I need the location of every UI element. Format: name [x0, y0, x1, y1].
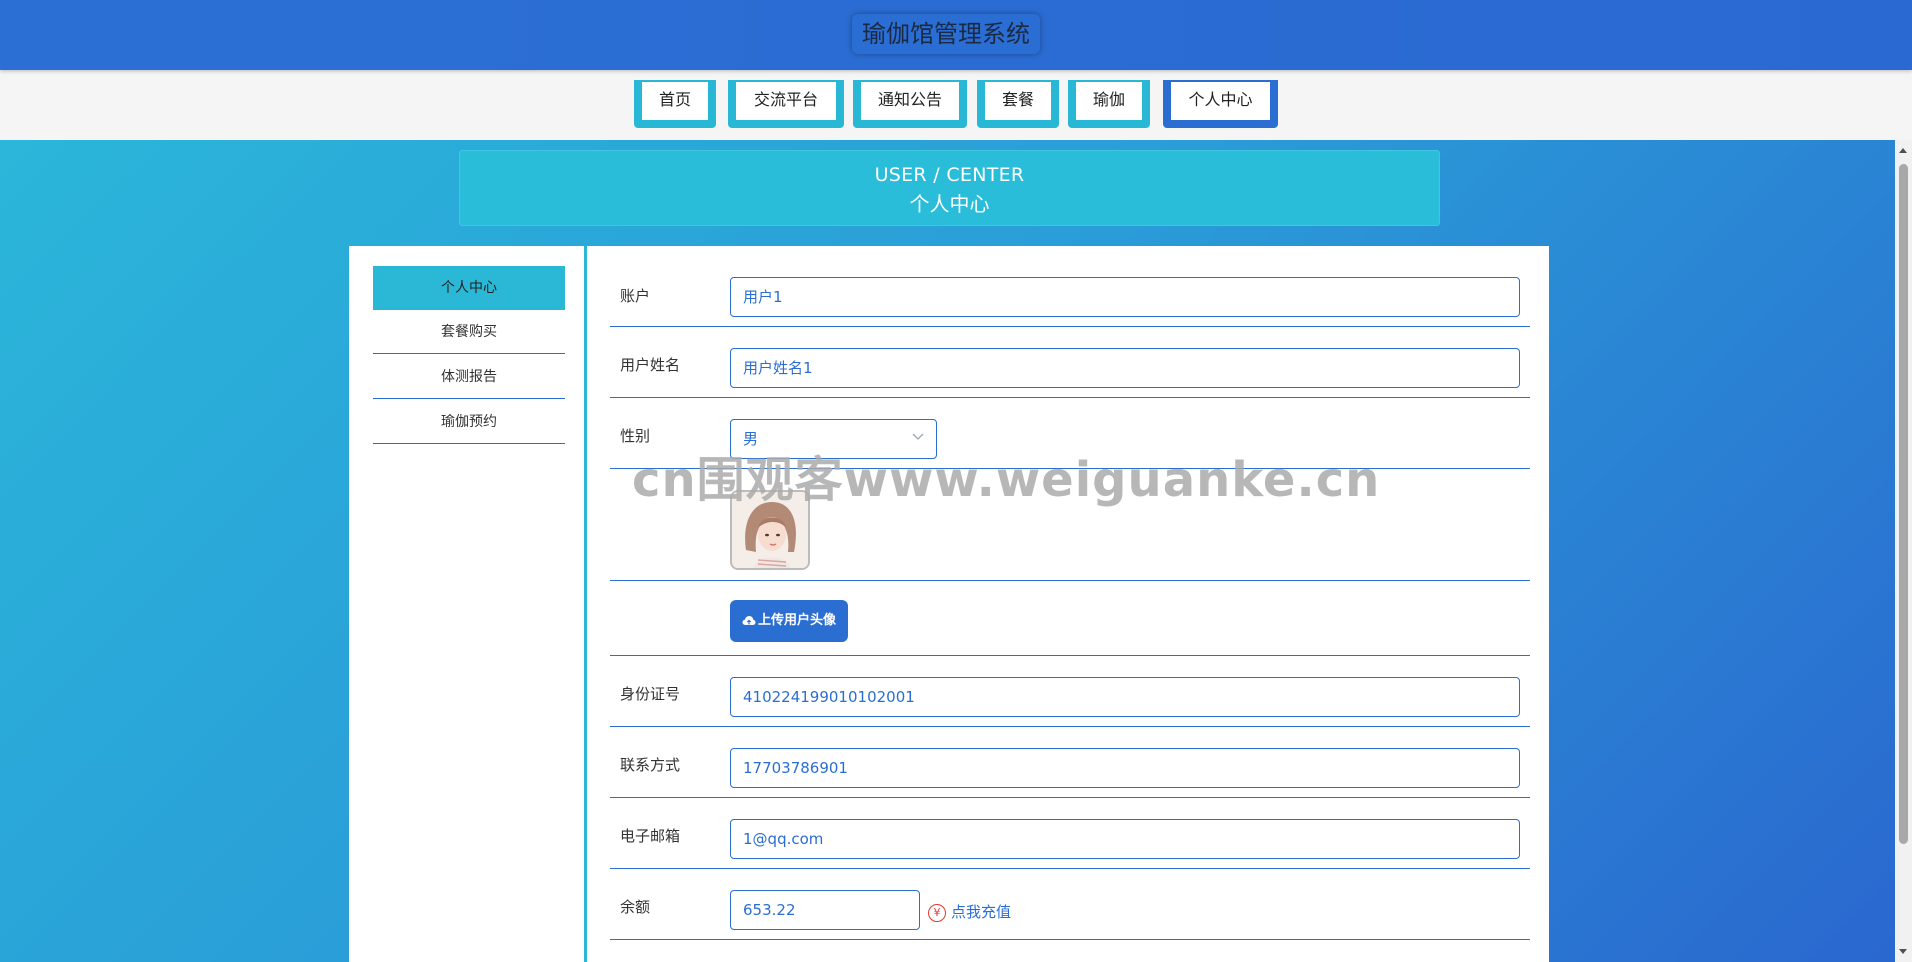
phone-label: 联系方式	[620, 756, 681, 774]
sidebar-item-user-center[interactable]: 个人中心	[373, 266, 565, 310]
email-label: 电子邮箱	[620, 827, 681, 845]
nav-user-center[interactable]: 个人中心	[1163, 80, 1278, 128]
form-row-phone: 联系方式 17703786901	[610, 727, 1530, 798]
sidebar-item-yoga-booking[interactable]: 瑜伽预约	[373, 400, 565, 444]
recharge-link[interactable]: ¥ 点我充值	[928, 902, 1011, 922]
form-row-id-card: 身份证号 410224199010102001	[610, 656, 1530, 727]
balance-input[interactable]: 653.22	[730, 890, 920, 930]
scroll-up-icon[interactable]	[1899, 148, 1907, 153]
yen-icon: ¥	[928, 903, 946, 922]
nav-home[interactable]: 首页	[634, 80, 716, 128]
id-card-input[interactable]: 410224199010102001	[730, 677, 1520, 717]
balance-label: 余额	[620, 898, 651, 916]
scroll-down-icon[interactable]	[1899, 949, 1907, 954]
page-scrollbar[interactable]	[1895, 140, 1912, 962]
upload-avatar-label: 上传用户头像	[757, 613, 836, 628]
form-row-balance: 余额 653.22 ¥ 点我充值	[610, 869, 1530, 940]
name-label: 用户姓名	[620, 356, 681, 374]
nav-package[interactable]: 套餐	[977, 80, 1059, 128]
upload-avatar-button[interactable]: 上传用户头像	[730, 600, 848, 642]
watermark: cn围观客www.weiguanke.cn	[632, 452, 1381, 508]
recharge-label: 点我充值	[951, 903, 1012, 921]
content-panel: 个人中心 套餐购买 体测报告 瑜伽预约 账户 用户1 用户姓名 用户姓名1 性别…	[349, 246, 1549, 962]
sidebar-item-fitness-report[interactable]: 体测报告	[373, 355, 565, 399]
sidebar-item-package-purchase[interactable]: 套餐购买	[373, 310, 565, 354]
email-input[interactable]: 1@qq.com	[730, 819, 1520, 859]
cloud-upload-icon	[742, 615, 756, 625]
nav-forum[interactable]: 交流平台	[728, 80, 844, 128]
page-banner: USER / CENTER 个人中心	[459, 150, 1440, 226]
banner-title-cn: 个人中心	[909, 192, 990, 216]
banner-title-en: USER / CENTER	[874, 164, 1025, 186]
form-row-account: 账户 用户1	[610, 246, 1530, 327]
phone-input[interactable]: 17703786901	[730, 748, 1520, 788]
sidebar: 个人中心 套餐购买 体测报告 瑜伽预约	[349, 246, 587, 962]
site-title: 瑜伽馆管理系统	[852, 14, 1040, 54]
form-row-email: 电子邮箱 1@qq.com	[610, 798, 1530, 869]
top-header: 瑜伽馆管理系统	[0, 0, 1912, 70]
form-row-name: 用户姓名 用户姓名1	[610, 327, 1530, 398]
id-card-label: 身份证号	[620, 685, 681, 703]
name-input[interactable]: 用户姓名1	[730, 348, 1520, 388]
main-nav: 首页 交流平台 通知公告 套餐 瑜伽 个人中心	[0, 70, 1912, 140]
form-row-upload: 上传用户头像	[610, 581, 1530, 656]
nav-yoga[interactable]: 瑜伽	[1068, 80, 1150, 128]
scroll-thumb[interactable]	[1899, 164, 1908, 844]
account-label: 账户	[620, 287, 651, 305]
nav-notice[interactable]: 通知公告	[853, 80, 967, 128]
account-input[interactable]: 用户1	[730, 277, 1520, 317]
